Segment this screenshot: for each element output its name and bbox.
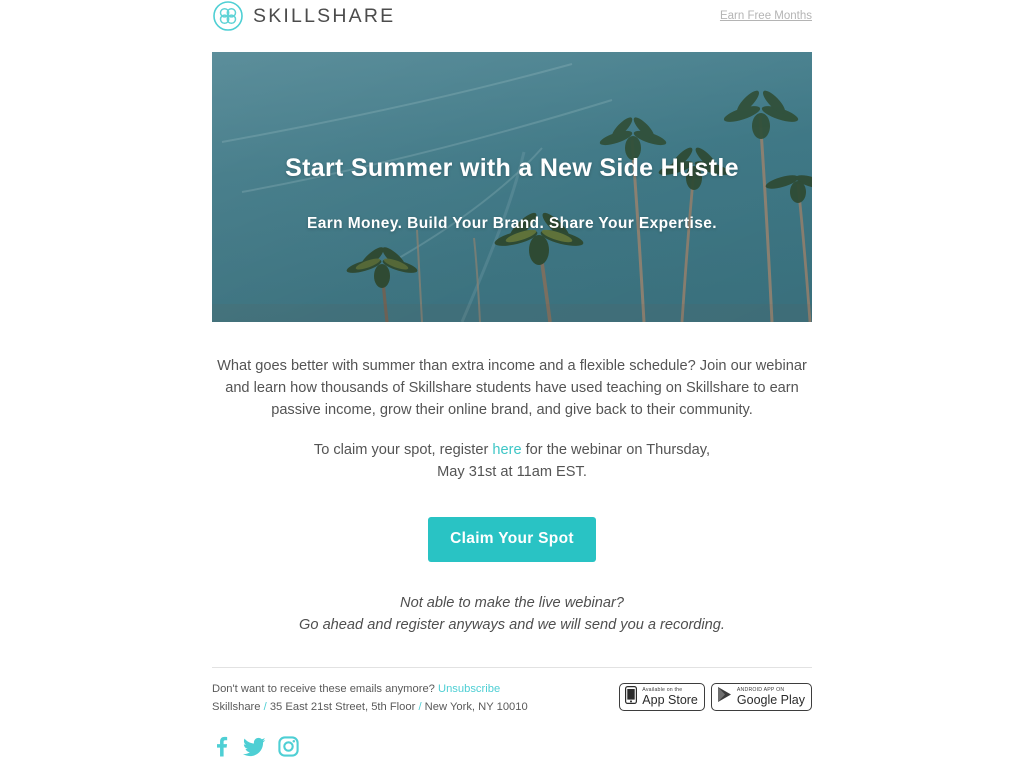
email-header: SKILLSHARE Earn Free Months <box>212 0 812 52</box>
hero-image <box>212 52 812 322</box>
company-name: Skillshare <box>212 701 261 713</box>
recording-note-line1: Not able to make the live webinar? <box>400 595 624 611</box>
footer: Don't want to receive these emails anymo… <box>212 680 812 716</box>
google-play-badge-main: Google Play <box>736 692 805 707</box>
here-link[interactable]: here <box>492 442 521 458</box>
city-state-zip: New York, NY 10010 <box>424 701 528 713</box>
social-links <box>212 736 812 762</box>
brand-wordmark: SKILLSHARE <box>253 4 396 27</box>
footer-text-block: Don't want to receive these emails anymo… <box>212 680 528 716</box>
email-container: SKILLSHARE Earn Free Months Start Summer… <box>212 0 812 762</box>
app-badges: Available on the App Store ANDROID APP O… <box>619 680 812 711</box>
brand-lockup[interactable]: SKILLSHARE <box>212 0 395 32</box>
unsubscribe-prefix: Don't want to receive these emails anymo… <box>212 683 438 695</box>
footer-divider <box>212 667 812 668</box>
register-text-after: for the webinar on Thursday, <box>521 442 711 458</box>
twitter-icon[interactable] <box>243 736 266 762</box>
skillshare-logo-icon <box>212 0 244 32</box>
cta-container: Claim Your Spot <box>212 517 812 562</box>
street-address: 35 East 21st Street, 5th Floor <box>269 701 416 713</box>
recording-note: Not able to make the live webinar? Go ah… <box>212 592 812 636</box>
instagram-icon[interactable] <box>278 736 299 762</box>
address-separator-2: / <box>418 701 422 713</box>
unsubscribe-line: Don't want to receive these emails anymo… <box>212 680 528 698</box>
email-page: SKILLSHARE Earn Free Months Start Summer… <box>0 0 1024 768</box>
register-text-before: To claim your spot, register <box>313 442 493 458</box>
apple-iphone-icon <box>625 685 638 709</box>
earn-free-months-link[interactable]: Earn Free Months <box>720 0 812 22</box>
claim-your-spot-button[interactable]: Claim Your Spot <box>428 517 596 562</box>
webinar-datetime: May 31st at 11am EST. <box>437 464 587 480</box>
address-line: Skillshare / 35 East 21st Street, 5th Fl… <box>212 698 528 716</box>
intro-paragraph: What goes better with summer than extra … <box>217 358 807 418</box>
facebook-icon[interactable] <box>212 736 231 762</box>
register-paragraph: To claim your spot, register here for th… <box>212 439 812 483</box>
google-play-triangle-icon <box>717 686 732 708</box>
hero-banner: Start Summer with a New Side Hustle Earn… <box>212 52 812 322</box>
unsubscribe-link[interactable]: Unsubscribe <box>438 683 500 695</box>
app-store-badge-main: App Store <box>642 692 698 707</box>
address-separator-1: / <box>263 701 267 713</box>
app-store-badge[interactable]: Available on the App Store <box>619 683 705 711</box>
app-store-badge-text: Available on the App Store <box>642 687 698 707</box>
recording-note-line2: Go ahead and register anyways and we wil… <box>299 617 725 633</box>
google-play-badge[interactable]: ANDROID APP ON Google Play <box>710 683 812 711</box>
google-play-badge-text: ANDROID APP ON Google Play <box>736 687 805 707</box>
